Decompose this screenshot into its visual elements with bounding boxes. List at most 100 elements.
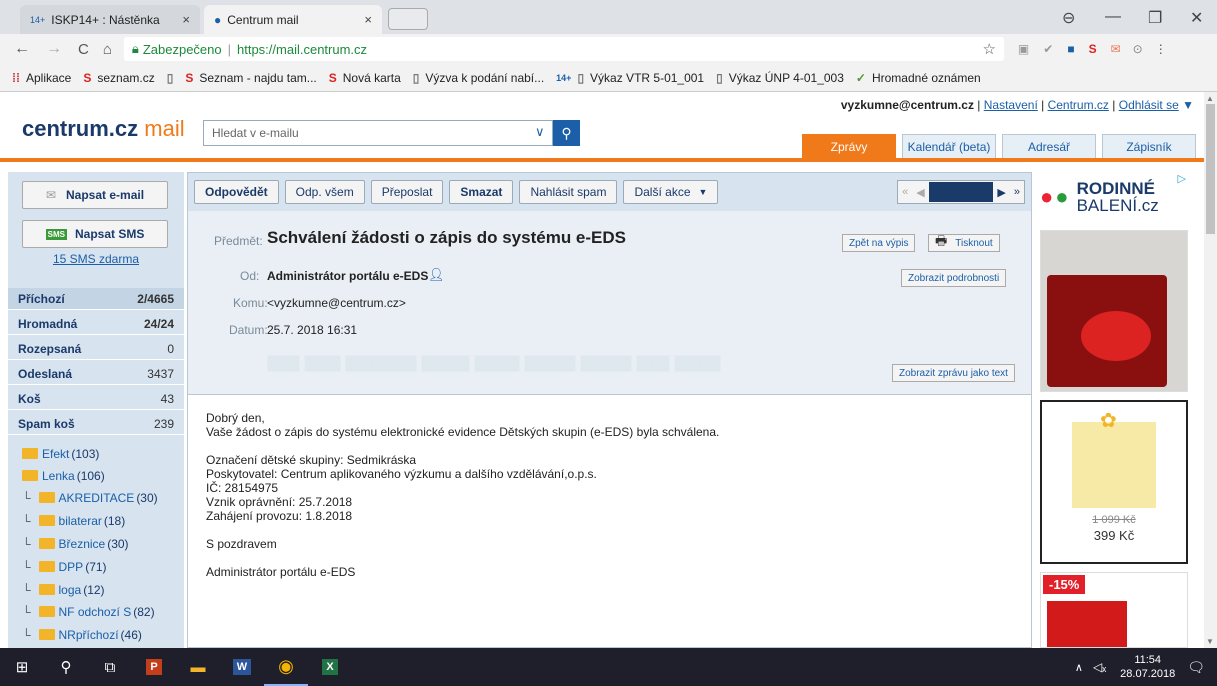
user-folder-item[interactable]: └ DPP (71) — [8, 555, 184, 578]
search-dropdown-icon[interactable]: ∨ — [535, 124, 545, 140]
extension-icon[interactable]: ▣ — [1018, 42, 1029, 56]
forward-button[interactable]: Přeposlat — [370, 180, 444, 204]
reply-button[interactable]: Odpovědět — [194, 180, 279, 204]
volume-muted-icon[interactable]: ◁ₓ — [1093, 660, 1106, 674]
label-tag[interactable]: Odkladka — [523, 355, 577, 372]
label-tag[interactable]: Seminář — [673, 355, 721, 372]
chevron-down-icon[interactable]: ▼ — [1182, 98, 1194, 112]
tab-notes[interactable]: Zápisník — [1102, 134, 1196, 160]
bookmark-seznam[interactable]: Sseznam.cz — [83, 71, 154, 85]
maximize-icon[interactable]: ❐ — [1148, 8, 1162, 28]
ad-product-discount[interactable]: -15% — [1040, 572, 1188, 648]
browser-tab-iskp[interactable]: 14+ ISKP14+ : Nástěnka × — [20, 5, 200, 34]
search-button[interactable]: ⚲ — [553, 120, 580, 146]
extension-icon[interactable]: ⊙ — [1133, 42, 1143, 56]
powerpoint-icon[interactable]: P — [132, 648, 176, 686]
ad-product-card[interactable]: ✿ 1 099 Kč 399 Kč — [1040, 400, 1188, 564]
url-field[interactable]: 🔒︎ Zabezpečeno | https://mail.centrum.cz… — [123, 37, 1004, 61]
file-explorer-icon[interactable]: ▬ — [176, 648, 220, 686]
extension-icon[interactable]: ■ — [1067, 42, 1074, 56]
user-folder-item[interactable]: └ AKREDITACE (30) — [8, 486, 184, 509]
scroll-down-icon[interactable]: ▼ — [1206, 637, 1214, 646]
forward-icon[interactable]: → — [46, 40, 62, 58]
extension-icon[interactable]: ✔ — [1043, 42, 1053, 56]
centrum-link[interactable]: Centrum.cz — [1048, 98, 1109, 112]
tab-addressbook[interactable]: Adresář — [1002, 134, 1096, 160]
label-tag[interactable]: Efekt — [267, 355, 300, 372]
mail-search-input[interactable]: Hledat v e-mailu — [203, 120, 553, 146]
excel-icon[interactable]: X — [308, 648, 352, 686]
last-page-icon[interactable]: » — [1010, 186, 1024, 198]
label-tag[interactable]: Lőbrvek — [474, 355, 520, 372]
label-tag[interactable]: Poptávka — [580, 355, 632, 372]
show-as-text-button[interactable]: Zobrazit zprávu jako text — [892, 364, 1015, 382]
reply-all-button[interactable]: Odp. všem — [284, 180, 365, 204]
notifications-icon[interactable]: 🗨︎ — [1187, 659, 1205, 676]
first-page-icon[interactable]: « — [898, 186, 912, 198]
chrome-icon[interactable]: ◉ — [264, 648, 308, 686]
bookmark-hromadne[interactable]: ✓ Hromadné oznámen — [856, 71, 981, 85]
mail-extension-icon[interactable]: ✉ — [1111, 42, 1121, 56]
tab-messages[interactable]: Zprávy — [802, 134, 896, 160]
label-tag[interactable]: Pobočka — [421, 355, 471, 372]
tray-chevron-icon[interactable]: ∧ — [1075, 661, 1083, 674]
home-icon[interactable]: ⌂ — [103, 41, 112, 58]
search-icon[interactable]: ⚲ — [44, 648, 88, 686]
user-folder-item[interactable]: └ loga (12) — [8, 578, 184, 601]
bookmark-seznam-najdu[interactable]: ▯ S Seznam - najdu tam... — [167, 71, 317, 85]
bookmark-vykaz-vtr[interactable]: 14+ ▯ Výkaz VTR 5-01_001 — [556, 71, 704, 85]
reload-icon[interactable]: C — [78, 41, 89, 58]
browser-tab-centrum[interactable]: ● Centrum mail × — [204, 5, 382, 34]
close-tab-icon[interactable]: × — [364, 12, 372, 27]
label-tag[interactable]: Norská Fondy — [345, 355, 418, 372]
report-spam-button[interactable]: Nahlásit spam — [519, 180, 618, 204]
scroll-thumb[interactable] — [1206, 104, 1215, 234]
compose-sms-button[interactable]: SMS Napsat SMS — [22, 220, 168, 248]
close-tab-icon[interactable]: × — [182, 12, 190, 27]
delete-button[interactable]: Smazat — [449, 180, 514, 204]
adchoices-icon[interactable]: ▷ — [1178, 172, 1186, 185]
menu-icon[interactable]: ⋮ — [1155, 42, 1167, 56]
folder-item[interactable]: Hromadná 24/24 — [8, 313, 184, 335]
bookmark-vykaz-unp[interactable]: ▯ Výkaz ÚNP 4-01_003 — [716, 71, 844, 85]
ad-brand-banner[interactable]: ● ● RODINNÉ BALENÍ.cz ▷ — [1040, 172, 1188, 222]
new-tab-button[interactable] — [388, 8, 428, 30]
print-button[interactable]: 🖶 Tisknout — [928, 233, 1000, 252]
next-page-icon[interactable]: ▶ — [993, 186, 1009, 199]
back-icon[interactable]: ← — [14, 40, 30, 58]
ad-product-image[interactable] — [1040, 230, 1188, 392]
folder-item[interactable]: Odeslaná 3437 — [8, 363, 184, 385]
folder-item[interactable]: Spam koš 239 — [8, 413, 184, 435]
word-icon[interactable]: W — [220, 648, 264, 686]
centrum-mail-logo[interactable]: centrum.cz mail — [22, 116, 185, 142]
profile-icon[interactable]: ⊖ — [1062, 8, 1075, 28]
folder-item[interactable]: Příchozí 2/4665 — [8, 288, 184, 310]
settings-link[interactable]: Nastavení — [984, 98, 1038, 112]
seznam-extension-icon[interactable]: S — [1089, 42, 1097, 56]
user-folder-item[interactable]: └ bilaterar (18) — [8, 509, 184, 532]
more-actions-button[interactable]: Další akce ▼ — [623, 180, 719, 204]
close-window-icon[interactable]: ✕ — [1190, 8, 1203, 28]
windows-start-icon[interactable]: ⊞ — [0, 648, 44, 686]
user-folder-item[interactable]: └ Březnice (30) — [8, 532, 184, 555]
user-folder-item[interactable]: └ NRpříchozí (46) — [8, 623, 184, 646]
bookmark-nova-karta[interactable]: S Nová karta — [329, 71, 401, 85]
clock[interactable]: 11:54 28.07.2018 — [1120, 653, 1175, 681]
bookmark-star-icon[interactable]: ☆ — [982, 40, 995, 58]
tab-calendar[interactable]: Kalendář (beta) — [902, 134, 996, 160]
bookmark-vyzva[interactable]: ▯ Výzva k podání nabí... — [413, 71, 544, 85]
add-contact-icon[interactable]: 👤︎ — [428, 267, 445, 283]
free-sms-link[interactable]: 15 SMS zdarma — [8, 252, 184, 266]
label-tag[interactable]: Jiřina — [635, 355, 670, 372]
page-scrollbar[interactable]: ▲ ▼ — [1204, 92, 1217, 648]
prev-page-icon[interactable]: ◀ — [912, 186, 928, 199]
compose-email-button[interactable]: ✉ Napsat e-mail — [22, 181, 168, 209]
label-tag[interactable]: Lenka — [303, 355, 342, 372]
folder-item[interactable]: Koš 43 — [8, 388, 184, 410]
user-folder-item[interactable]: Lenka (106) — [8, 464, 184, 487]
scroll-up-icon[interactable]: ▲ — [1206, 94, 1214, 103]
user-folder-item[interactable]: └ NF odchozí S (82) — [8, 600, 184, 623]
user-folder-item[interactable]: Efekt (103) — [8, 442, 184, 465]
folder-item[interactable]: Rozepsaná 0 — [8, 338, 184, 360]
bookmark-apps[interactable]: ⁞⁞ Aplikace — [12, 71, 71, 85]
